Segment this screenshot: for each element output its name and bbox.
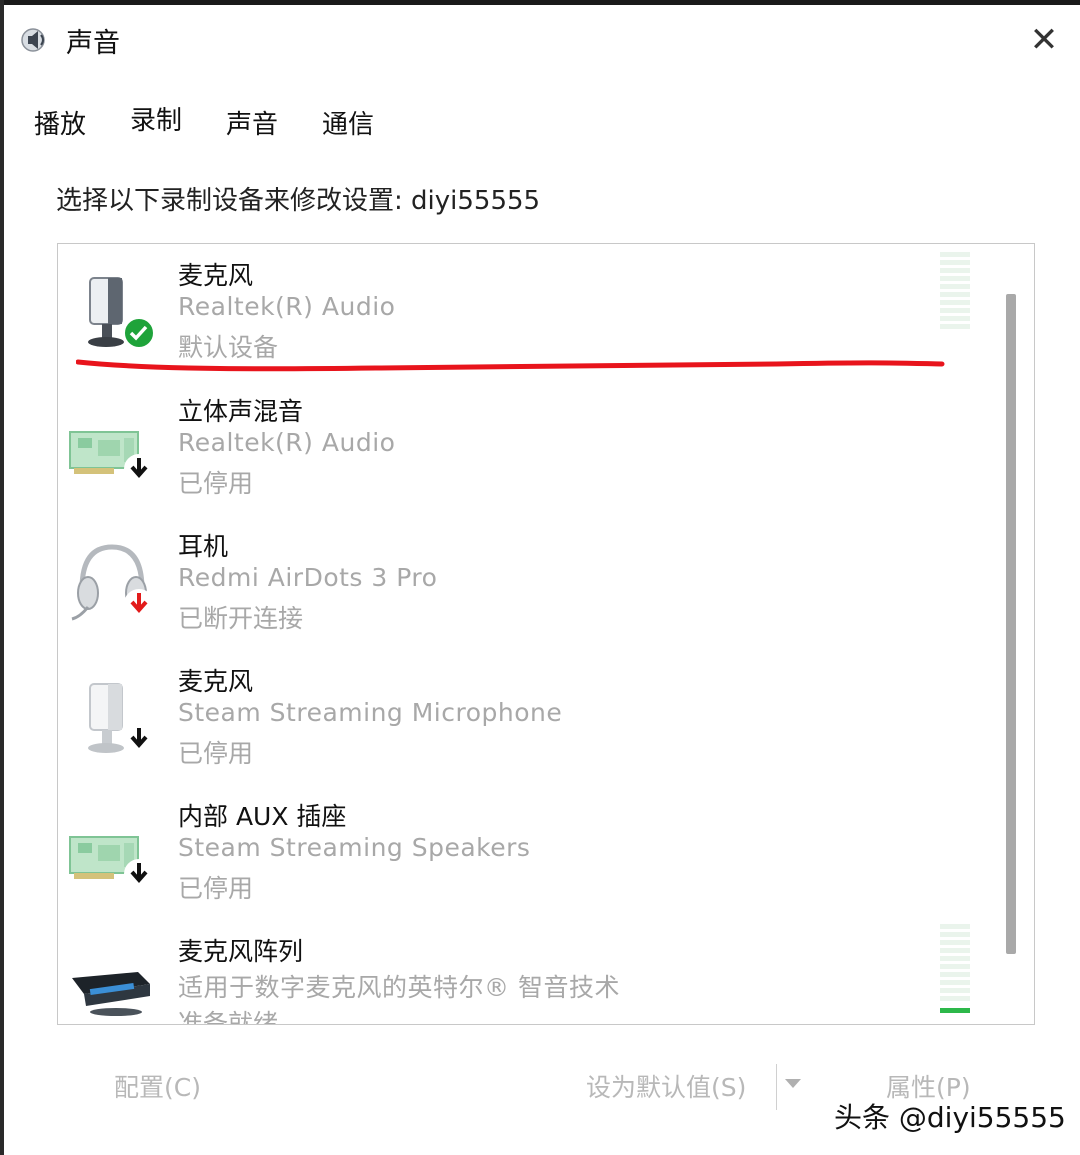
screen-top-edge: [0, 0, 1080, 5]
device-name: 内部 AUX 插座: [178, 802, 347, 831]
device-name: 麦克风: [178, 667, 254, 696]
device-driver: 适用于数字麦克风的英特尔® 智音技术: [178, 973, 620, 1002]
recording-device-list[interactable]: 麦克风 Realtek(R) Audio 默认设备 立体声混音 Realtek(…: [57, 243, 1035, 1025]
title-bar: 声音: [20, 20, 120, 60]
set-default-button[interactable]: 设为默认值(S): [586, 1068, 746, 1104]
chevron-down-icon[interactable]: [784, 1078, 802, 1090]
device-name: 麦克风: [178, 261, 254, 290]
device-status: 已停用: [178, 469, 254, 498]
tab-playback[interactable]: 播放: [34, 100, 86, 145]
device-status: 已断开连接: [178, 604, 304, 633]
close-icon[interactable]: ✕: [1026, 22, 1062, 58]
window-title: 声音: [66, 27, 120, 59]
device-name: 麦克风阵列: [178, 937, 304, 966]
device-driver: Steam Streaming Speakers: [178, 833, 531, 862]
disabled-arrow-icon: [124, 724, 154, 754]
watermark: 头条 @diyi55555: [834, 1101, 1066, 1134]
speaker-app-icon: [21, 28, 45, 52]
device-name: 立体声混音: [178, 397, 304, 426]
device-driver: Realtek(R) Audio: [178, 428, 396, 457]
list-item[interactable]: 麦克风 Steam Streaming Microphone 已停用: [58, 654, 978, 784]
device-name: 耳机: [178, 532, 229, 561]
list-item[interactable]: 耳机 Redmi AirDots 3 Pro 已断开连接: [58, 519, 978, 649]
mic-array-icon: [72, 972, 150, 1016]
list-item[interactable]: 内部 AUX 插座 Steam Streaming Speakers 已停用: [58, 789, 978, 919]
level-meter: [940, 924, 970, 1016]
scrollbar-thumb[interactable]: [1006, 294, 1016, 954]
tab-communications[interactable]: 通信: [322, 100, 374, 145]
red-underline-annotation: [76, 359, 945, 372]
button-separator: [776, 1064, 777, 1110]
level-meter: [940, 252, 970, 336]
disabled-arrow-icon: [124, 859, 154, 889]
device-driver: Steam Streaming Microphone: [178, 698, 563, 727]
disabled-arrow-icon: [124, 454, 154, 484]
configure-button[interactable]: 配置(C): [114, 1068, 201, 1104]
tab-recording[interactable]: 录制: [130, 96, 182, 141]
disconnected-arrow-icon: [124, 589, 154, 619]
tab-bar: 播放 录制 声音 通信: [34, 100, 418, 145]
default-check-icon: [123, 317, 155, 349]
device-driver: Realtek(R) Audio: [178, 292, 396, 321]
instruction-text: 选择以下录制设备来修改设置: diyi55555: [56, 186, 541, 216]
tab-sounds[interactable]: 声音: [226, 100, 278, 145]
list-item[interactable]: 麦克风阵列 适用于数字麦克风的英特尔® 智音技术 准备就绪: [58, 924, 978, 1025]
screen-left-edge: [0, 0, 4, 1155]
device-driver: Redmi AirDots 3 Pro: [178, 563, 438, 592]
device-status: 已停用: [178, 739, 254, 768]
list-item[interactable]: 立体声混音 Realtek(R) Audio 已停用: [58, 384, 978, 514]
device-status: 已停用: [178, 874, 254, 903]
device-status: 准备就绪: [178, 1009, 279, 1025]
